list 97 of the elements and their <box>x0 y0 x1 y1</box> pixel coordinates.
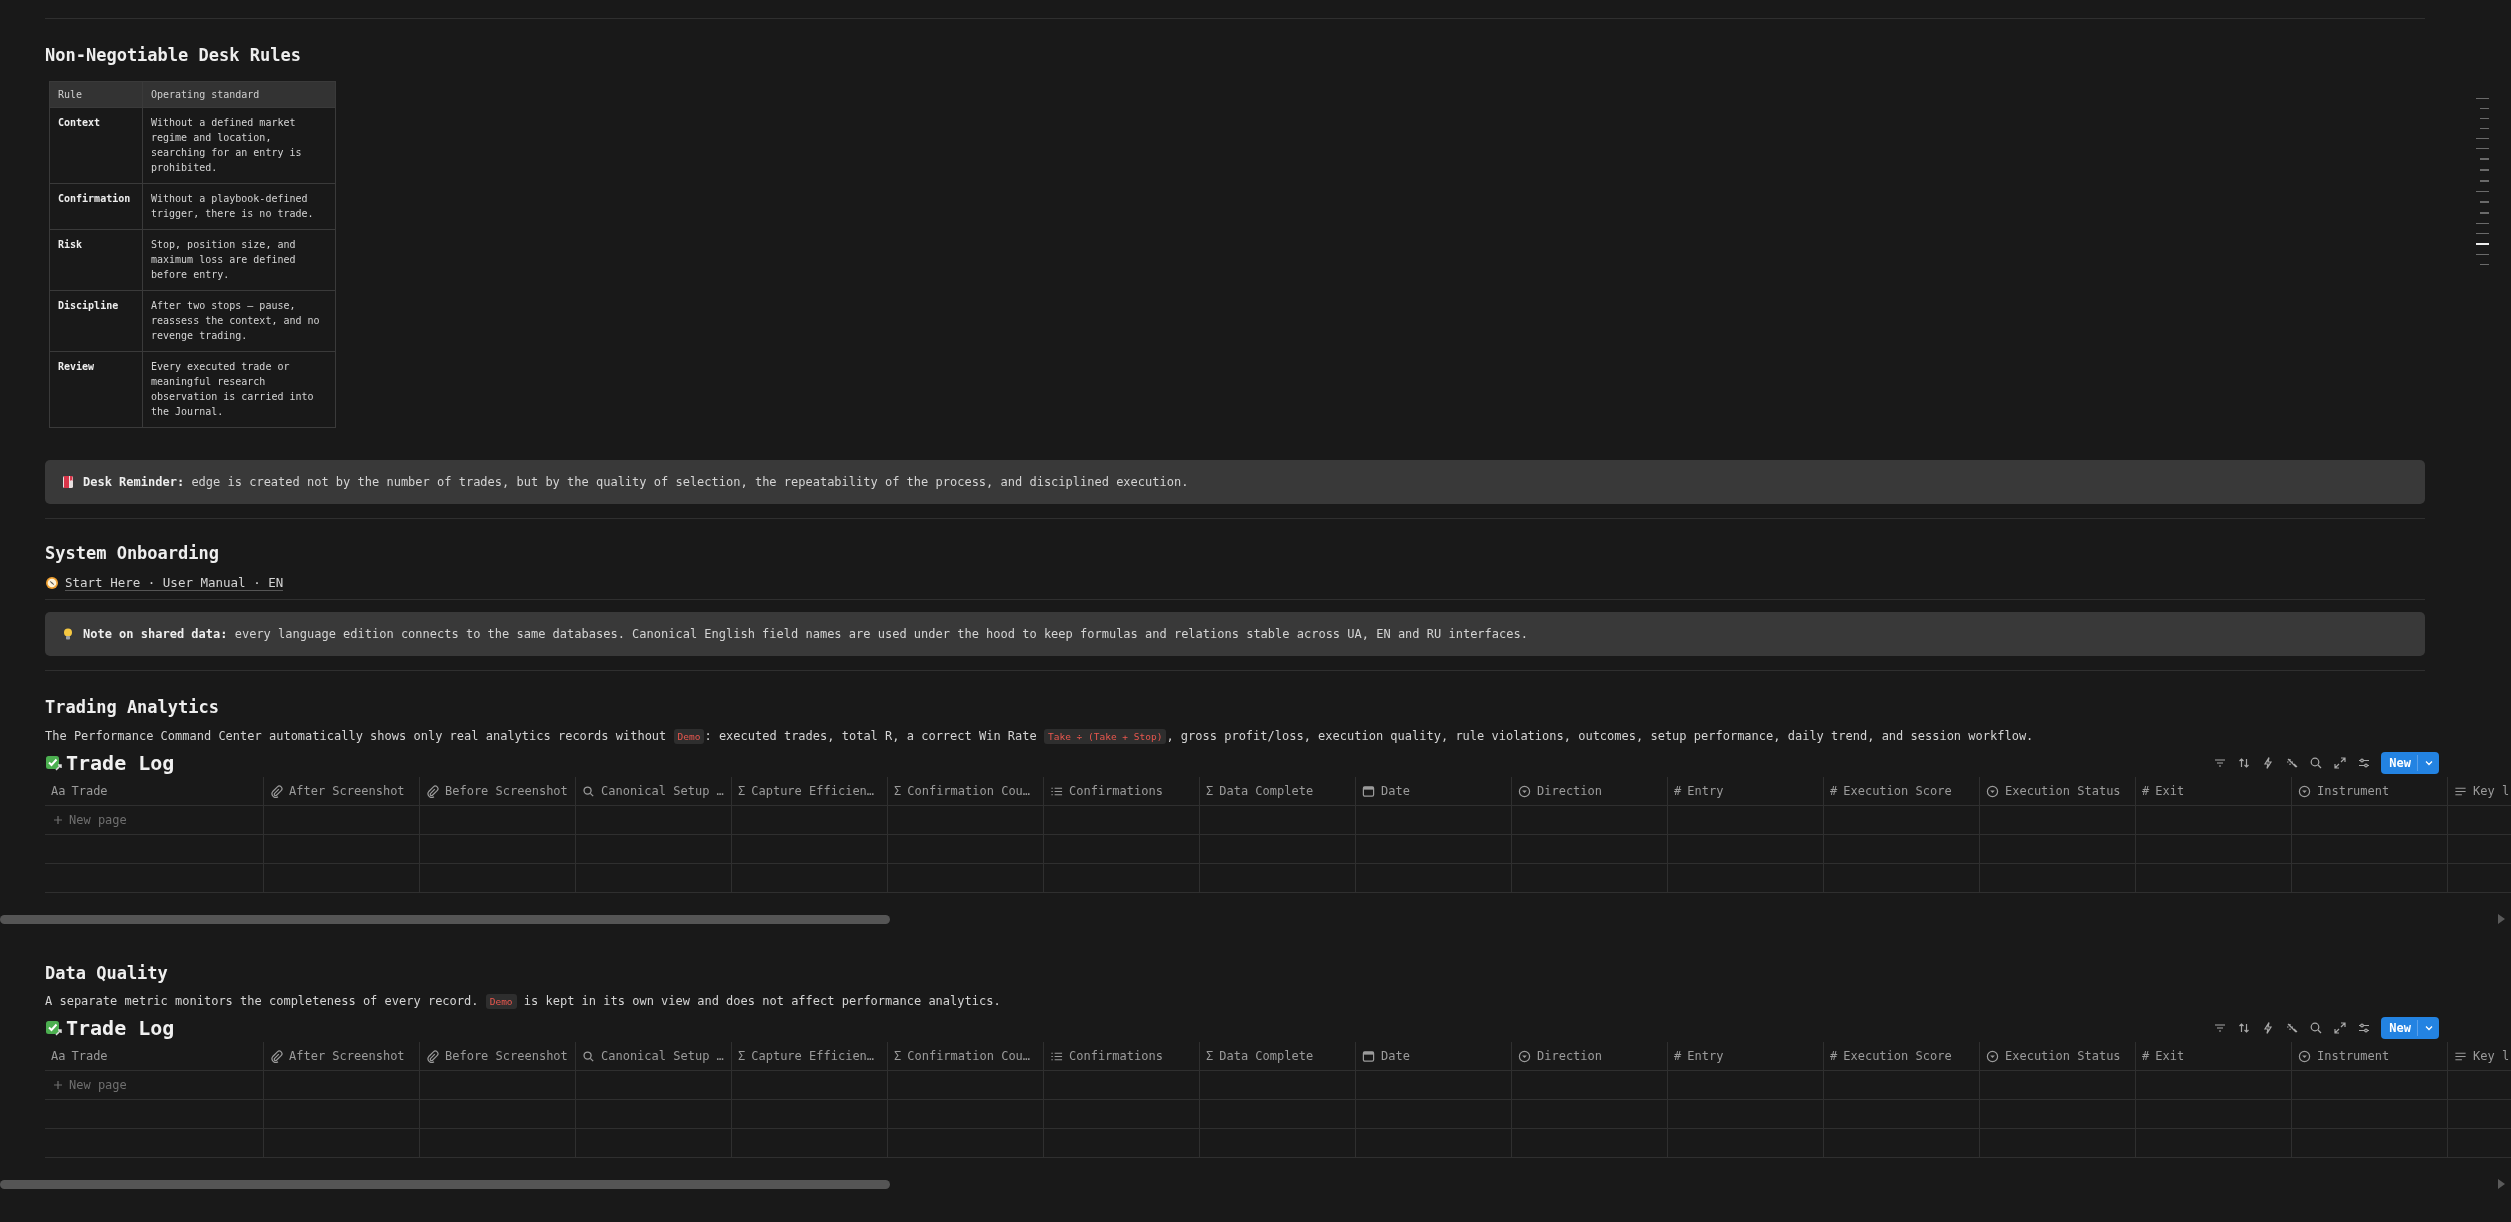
column-header: Operating standard <box>142 81 336 108</box>
settings-icon[interactable] <box>2357 1021 2372 1035</box>
dropdown-circle-icon <box>1518 784 1531 798</box>
column-header[interactable]: Before Screenshot <box>420 777 576 806</box>
column-header[interactable]: Direction <box>1512 1042 1668 1071</box>
column-header[interactable]: Key l <box>2448 777 2511 806</box>
description-text: The Performance Command Center automatically shows only real analytics records without Demo : executed trades, total R, a correct Win Rate Take ÷ (Take + Stop) , gross profit/loss, execution quality, rule violations, outcomes, setup performance, daily trend, and session workflow. <box>45 729 2035 743</box>
new-button[interactable]: New <box>2381 1017 2439 1039</box>
sort-icon[interactable] <box>2237 1021 2252 1035</box>
page-outline-drawing[interactable] <box>2476 98 2489 265</box>
paperclip-icon <box>270 784 283 798</box>
table-cell: Every executed trade or meaningful research observation is carried into the Journal. <box>142 351 336 428</box>
paperclip-icon <box>426 784 439 798</box>
table-cell: Review <box>49 351 143 428</box>
column-header[interactable]: Before Screenshot <box>420 1042 576 1071</box>
column-header[interactable]: Aa Trade <box>45 777 264 806</box>
column-header[interactable]: Aa Trade <box>45 1042 264 1071</box>
column-header[interactable]: Instrument <box>2292 1042 2448 1071</box>
column-header[interactable]: # Entry <box>1668 1042 1824 1071</box>
dropdown-circle-icon <box>2298 784 2311 798</box>
compass-icon <box>45 576 59 590</box>
table-cell: Discipline <box>49 290 143 352</box>
column-header[interactable]: # Entry <box>1668 777 1824 806</box>
filter-icon[interactable] <box>2213 1021 2228 1035</box>
caret-icon[interactable] <box>2424 758 2434 768</box>
paperclip-icon <box>426 1049 439 1063</box>
column-header: Rule <box>49 81 143 108</box>
table-cell: Context <box>49 107 143 184</box>
column-header[interactable]: Key l <box>2448 1042 2511 1071</box>
column-header[interactable]: Σ Confirmation Cou… <box>888 777 1044 806</box>
table-cell: After two stops — pause, reassess the context, and no revenge trading. <box>142 290 336 352</box>
column-header[interactable]: Canonical Setup … <box>576 777 732 806</box>
scrollbar-thumb[interactable] <box>0 1180 890 1189</box>
expand-icon[interactable] <box>2333 756 2348 770</box>
column-header[interactable]: Canonical Setup … <box>576 1042 732 1071</box>
column-header[interactable]: Direction <box>1512 777 1668 806</box>
column-header[interactable]: # Execution Score <box>1824 1042 1980 1071</box>
column-header[interactable]: After Screenshot <box>264 777 420 806</box>
dropdown-circle-icon <box>1986 1049 1999 1063</box>
expand-icon[interactable] <box>2333 1021 2348 1035</box>
column-header[interactable]: Σ Capture Efficien… <box>732 1042 888 1071</box>
calendar-icon <box>1362 1049 1375 1063</box>
table-cell: Without a defined market regime and location, searching for an entry is prohibited. <box>142 107 336 184</box>
section-heading: Non-Negotiable Desk Rules <box>45 45 301 65</box>
search-icon[interactable] <box>2309 756 2324 770</box>
search-icon[interactable] <box>2309 1021 2324 1035</box>
column-header[interactable]: Execution Status <box>1980 1042 2136 1071</box>
table-cell: Stop, position size, and maximum loss are defined before entry. <box>142 229 336 291</box>
column-header[interactable]: After Screenshot <box>264 1042 420 1071</box>
plus-icon[interactable] <box>53 815 63 825</box>
column-header[interactable]: # Exit <box>2136 777 2292 806</box>
section-heading: System Onboarding <box>45 543 220 563</box>
checkbox-icon <box>45 1019 63 1037</box>
column-header[interactable]: # Exit <box>2136 1042 2292 1071</box>
column-header[interactable]: Σ Data Complete <box>1200 1042 1356 1071</box>
table-cell: Risk <box>49 229 143 291</box>
callout-text: Desk Reminder: edge is created not by the number of trades, but by the quality of selection, the repeatability of the process, and disciplined execution. <box>83 475 1189 489</box>
dropdown-circle-icon <box>1518 1049 1531 1063</box>
column-header[interactable]: Σ Data Complete <box>1200 777 1356 806</box>
settings-icon[interactable] <box>2357 756 2372 770</box>
search-icon <box>582 1049 595 1063</box>
lightbulb-icon <box>61 627 75 641</box>
column-header[interactable]: Date <box>1356 777 1512 806</box>
column-header[interactable]: Σ Confirmation Cou… <box>888 1042 1044 1071</box>
scroll-right-icon[interactable] <box>2497 914 2505 924</box>
scrollbar-thumb[interactable] <box>0 915 890 924</box>
column-header[interactable]: Execution Status <box>1980 777 2136 806</box>
table-cell: Confirmation <box>49 183 143 230</box>
page-link[interactable]: Start Here · User Manual · EN <box>65 575 284 591</box>
paperclip-icon <box>270 1049 283 1063</box>
filter-icon[interactable] <box>2213 756 2228 770</box>
column-header[interactable]: Date <box>1356 1042 1512 1071</box>
caret-icon[interactable] <box>2424 1023 2434 1033</box>
new-page-button[interactable]: New page <box>45 1078 127 1092</box>
new-page-button[interactable]: New page <box>45 813 127 827</box>
column-header[interactable]: Σ Capture Efficien… <box>732 777 888 806</box>
plus-icon[interactable] <box>53 1080 63 1090</box>
table-cell: Without a playbook-defined trigger, there is no trade. <box>142 183 336 230</box>
book-icon <box>61 475 75 489</box>
search-icon <box>582 784 595 798</box>
database-title: Trade Log <box>66 1016 175 1040</box>
section-heading: Trading Analytics <box>45 697 219 717</box>
dropdown-circle-icon <box>1986 784 1999 798</box>
column-header[interactable]: # Execution Score <box>1824 777 1980 806</box>
checkbox-icon <box>45 754 63 772</box>
database-title: Trade Log <box>66 751 175 775</box>
column-header[interactable]: Instrument <box>2292 777 2448 806</box>
callout-text: Note on shared data: every language edition connects to the same databases. Canonical English field names are used under the hood to keep formulas and relations stable across UA, EN and RU interfaces. <box>83 627 1528 641</box>
new-button[interactable]: New <box>2381 752 2439 774</box>
scroll-right-icon[interactable] <box>2497 1179 2505 1189</box>
sort-icon[interactable] <box>2237 756 2252 770</box>
column-header[interactable]: Confirmations <box>1044 1042 1200 1071</box>
column-header[interactable]: Confirmations <box>1044 777 1200 806</box>
description-text: A separate metric monitors the completeness of every record. Demo is kept in its own view and does not affect performance analytics. <box>45 994 1002 1008</box>
section-heading: Data Quality <box>45 963 168 983</box>
calendar-icon <box>1362 784 1375 798</box>
dropdown-circle-icon <box>2298 1049 2311 1063</box>
